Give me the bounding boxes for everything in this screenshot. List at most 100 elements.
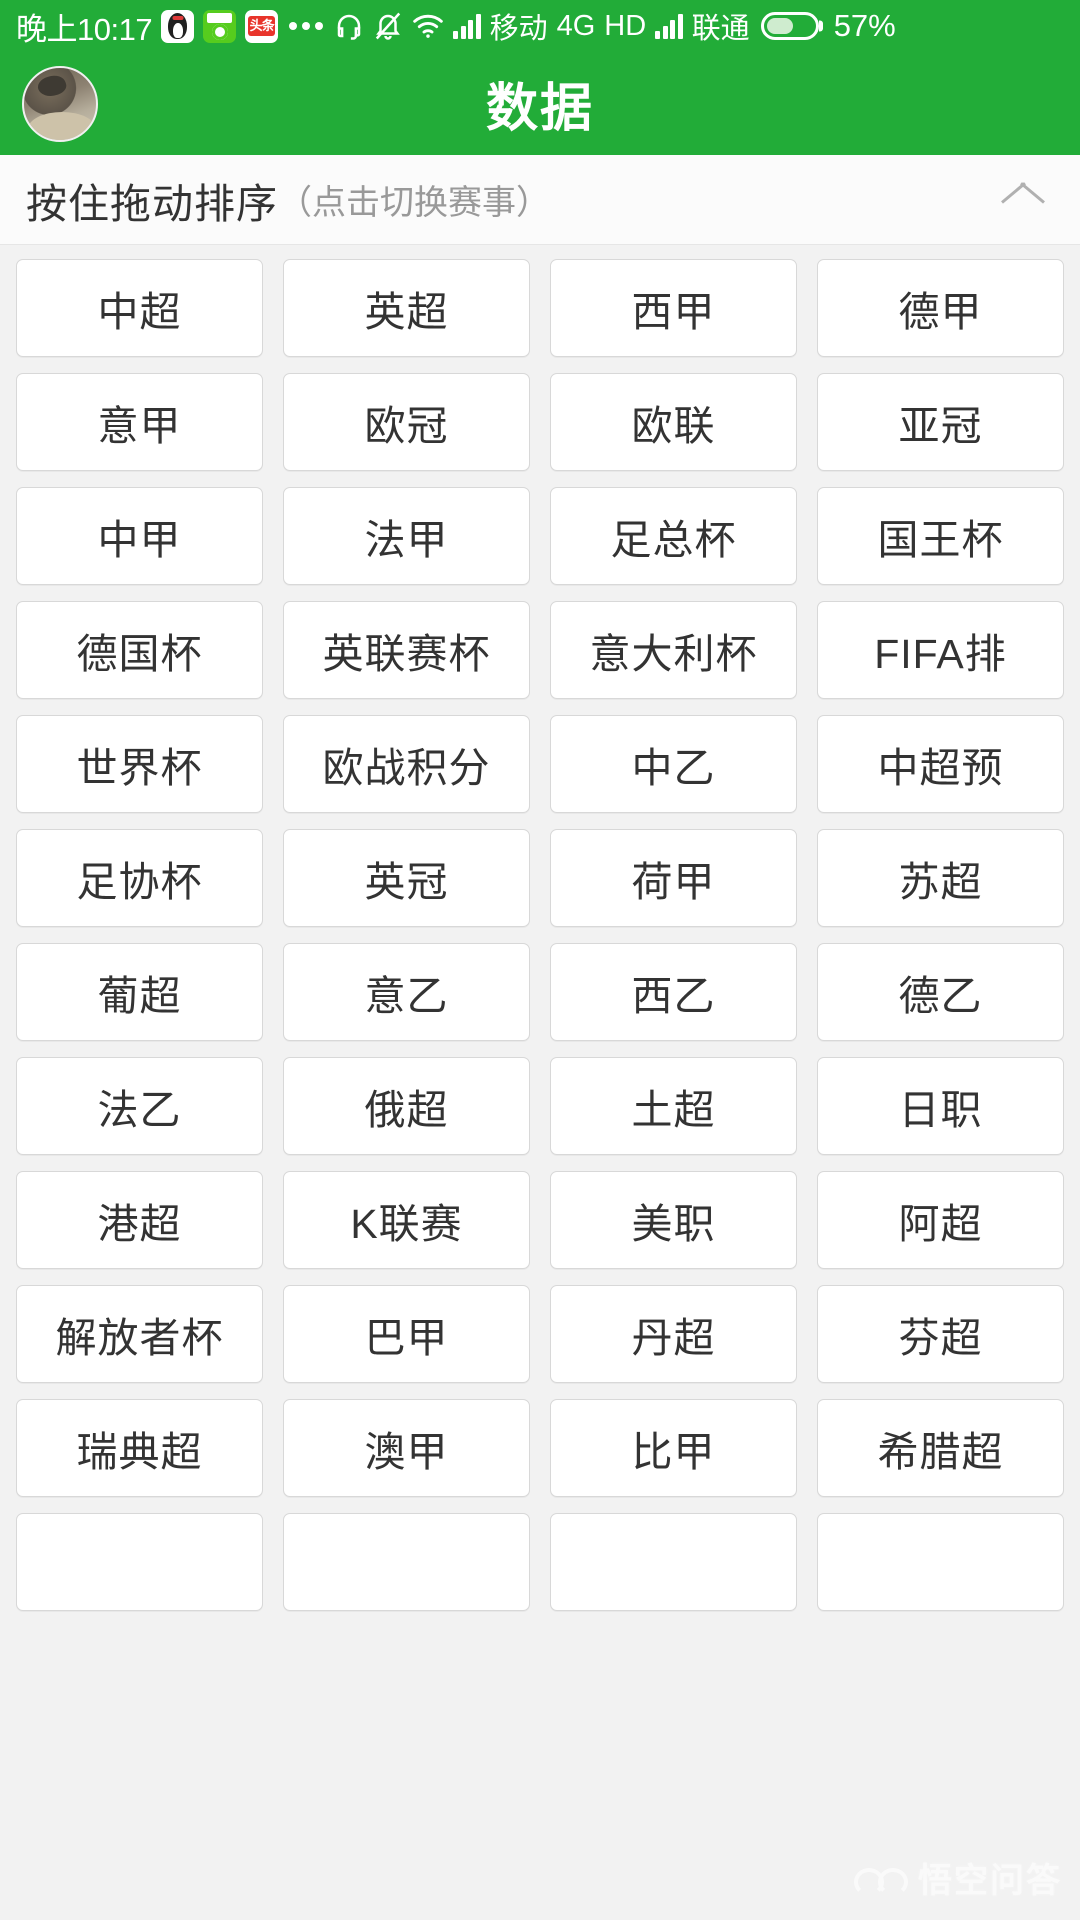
league-label: 德国杯 xyxy=(76,631,203,677)
league-label: 比甲 xyxy=(631,1429,716,1475)
league-label: 英联赛杯 xyxy=(322,631,491,677)
league-label: 中甲 xyxy=(97,517,182,563)
hd-label: HD xyxy=(604,9,647,42)
league-cell[interactable]: 欧冠 xyxy=(283,373,530,471)
league-cell[interactable]: 解放者杯 xyxy=(16,1285,263,1383)
league-cell[interactable]: 法乙 xyxy=(16,1057,263,1155)
league-label: 欧联 xyxy=(631,403,716,449)
league-grid: 中超 英超 西甲 德甲意甲 欧冠 欧联 亚冠中甲 法甲 足总杯 国王杯德国杯 英联赛杯 意大利杯 FIF… xyxy=(16,259,1064,1611)
more-notifications-icon xyxy=(289,22,324,30)
league-label: 足总杯 xyxy=(610,517,737,563)
league-cell[interactable]: 芬超 xyxy=(817,1285,1064,1383)
wifi-icon xyxy=(412,12,444,40)
league-label: 阿超 xyxy=(898,1201,983,1247)
league-cell[interactable] xyxy=(817,1513,1064,1611)
page-title: 数据 xyxy=(485,80,594,138)
league-cell[interactable]: 世界杯 xyxy=(16,715,263,813)
league-label: 德甲 xyxy=(898,289,983,335)
league-label: 法乙 xyxy=(97,1087,182,1133)
league-cell[interactable]: 足协杯 xyxy=(16,829,263,927)
league-cell[interactable]: 苏超 xyxy=(817,829,1064,927)
league-label: 世界杯 xyxy=(76,745,203,791)
league-cell[interactable]: 澳甲 xyxy=(283,1399,530,1497)
league-cell[interactable]: 德甲 xyxy=(817,259,1064,357)
league-cell[interactable]: 德国杯 xyxy=(16,601,263,699)
chevron-up-icon[interactable] xyxy=(1002,179,1044,221)
league-label: 芬超 xyxy=(898,1315,983,1361)
league-cell[interactable]: 国王杯 xyxy=(817,487,1064,585)
league-cell[interactable]: 意大利杯 xyxy=(550,601,797,699)
league-cell[interactable]: 希腊超 xyxy=(817,1399,1064,1497)
battery-percent-label: 57% xyxy=(833,8,896,43)
league-cell[interactable]: 荷甲 xyxy=(550,829,797,927)
league-label: 澳甲 xyxy=(364,1429,449,1475)
league-cell[interactable]: 欧战积分 xyxy=(283,715,530,813)
sort-instruction-bar[interactable]: 按住拖动排序 （点击切换赛事） xyxy=(0,155,1080,245)
instruction-sub-text: （点击切换赛事） xyxy=(278,184,550,222)
league-label: 德乙 xyxy=(898,973,983,1019)
league-label: 中超预 xyxy=(877,745,1004,791)
league-label: 意大利杯 xyxy=(589,631,758,677)
league-label: 意甲 xyxy=(97,403,182,449)
signal-bars-icon xyxy=(453,13,481,39)
league-label: 意乙 xyxy=(364,973,449,1019)
league-label: 欧战积分 xyxy=(322,745,491,791)
league-cell[interactable]: 中超预 xyxy=(817,715,1064,813)
league-cell[interactable]: 英联赛杯 xyxy=(283,601,530,699)
league-label: 西乙 xyxy=(631,973,716,1019)
signal-bars-icon-secondary xyxy=(655,13,683,39)
league-cell[interactable]: 足总杯 xyxy=(550,487,797,585)
headset-icon xyxy=(334,11,364,41)
league-label: 丹超 xyxy=(631,1315,716,1361)
league-cell[interactable]: 阿超 xyxy=(817,1171,1064,1269)
watermark-text: 悟空问答 xyxy=(918,1862,1062,1900)
league-cell[interactable]: 中乙 xyxy=(550,715,797,813)
league-cell[interactable]: 葡超 xyxy=(16,943,263,1041)
league-cell[interactable]: 瑞典超 xyxy=(16,1399,263,1497)
league-label: 俄超 xyxy=(364,1087,449,1133)
qq-icon xyxy=(161,9,195,43)
status-bar: 晚上10:17 头条 移动 4G HD 联通 57% xyxy=(0,0,1080,52)
league-cell[interactable]: 德乙 xyxy=(817,943,1064,1041)
league-cell[interactable] xyxy=(283,1513,530,1611)
league-cell[interactable] xyxy=(550,1513,797,1611)
league-label: 欧冠 xyxy=(364,403,449,449)
league-cell[interactable]: 俄超 xyxy=(283,1057,530,1155)
league-cell[interactable]: 欧联 xyxy=(550,373,797,471)
league-cell[interactable]: 港超 xyxy=(16,1171,263,1269)
league-cell[interactable]: 土超 xyxy=(550,1057,797,1155)
league-cell[interactable]: 美职 xyxy=(550,1171,797,1269)
league-cell[interactable] xyxy=(16,1513,263,1611)
league-cell[interactable]: FIFA排 xyxy=(817,601,1064,699)
wukong-logo-icon xyxy=(854,1862,908,1896)
league-cell[interactable]: K联赛 xyxy=(283,1171,530,1269)
league-cell[interactable]: 法甲 xyxy=(283,487,530,585)
league-label: 解放者杯 xyxy=(55,1315,224,1361)
league-cell[interactable]: 日职 xyxy=(817,1057,1064,1155)
app-header: 数据 xyxy=(0,52,1080,155)
league-label: 瑞典超 xyxy=(76,1429,203,1475)
league-cell[interactable]: 西甲 xyxy=(550,259,797,357)
league-cell[interactable]: 西乙 xyxy=(550,943,797,1041)
league-cell[interactable]: 中甲 xyxy=(16,487,263,585)
league-cell[interactable]: 丹超 xyxy=(550,1285,797,1383)
avatar[interactable] xyxy=(22,65,98,142)
league-cell[interactable]: 意乙 xyxy=(283,943,530,1041)
league-label: 西甲 xyxy=(631,289,716,335)
bell-muted-icon xyxy=(373,11,403,41)
league-cell[interactable]: 巴甲 xyxy=(283,1285,530,1383)
league-cell[interactable]: 中超 xyxy=(16,259,263,357)
league-cell[interactable]: 亚冠 xyxy=(817,373,1064,471)
league-cell[interactable]: 比甲 xyxy=(550,1399,797,1497)
league-label: 英冠 xyxy=(364,859,449,905)
carrier-label-unicom: 联通 xyxy=(691,13,750,45)
status-bar-time: 晚上10:17 xyxy=(16,11,153,47)
league-cell[interactable]: 英冠 xyxy=(283,829,530,927)
league-cell[interactable]: 英超 xyxy=(283,259,530,357)
league-grid-area: 中超 英超 西甲 德甲意甲 欧冠 欧联 亚冠中甲 法甲 足总杯 国王杯德国杯 英联赛杯 意大利杯 FIF… xyxy=(0,245,1080,1920)
league-label: 苏超 xyxy=(898,859,983,905)
league-label: 港超 xyxy=(97,1201,182,1247)
toutiao-icon: 头条 xyxy=(245,9,279,43)
league-cell[interactable]: 意甲 xyxy=(16,373,263,471)
football-app-icon xyxy=(203,9,237,43)
